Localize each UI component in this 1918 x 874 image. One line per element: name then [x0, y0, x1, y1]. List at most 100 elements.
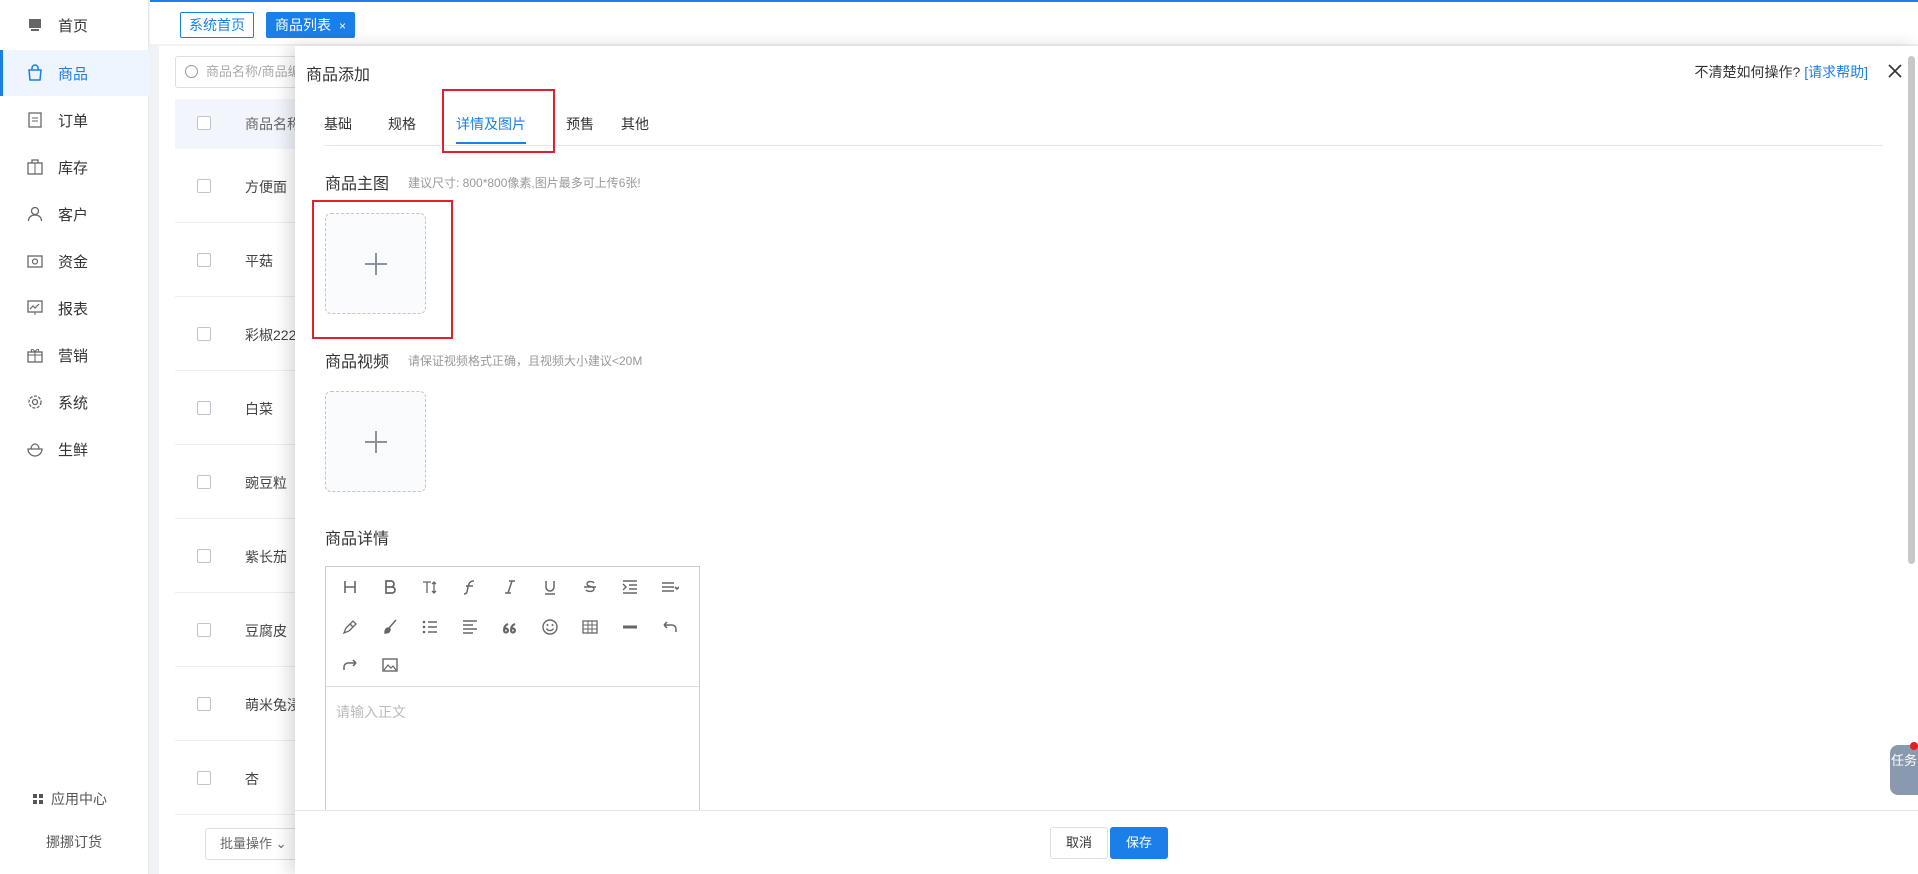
bullet-list-icon[interactable]: [417, 614, 443, 640]
home-icon: [26, 16, 44, 34]
save-button[interactable]: 保存: [1110, 827, 1169, 859]
row-checkbox[interactable]: [197, 401, 211, 415]
bold-icon[interactable]: [377, 574, 403, 600]
help-question: 不清楚如何操作?: [1694, 64, 1801, 80]
sidebar-item-customers[interactable]: 客户: [0, 191, 149, 237]
video-hint: 请保证视频格式正确，且视频大小建议<20M: [408, 354, 643, 368]
tab-goods-list-label: 商品列表: [275, 17, 331, 33]
underline-icon[interactable]: [537, 574, 563, 600]
heading-icon[interactable]: [337, 574, 363, 600]
gear-icon: [26, 393, 44, 411]
row-goods-name: 方便面: [245, 179, 287, 195]
order-document-icon: [26, 111, 44, 129]
background-color-icon[interactable]: [377, 614, 403, 640]
search-placeholder: 商品名称/商品编: [206, 64, 301, 79]
tab-other[interactable]: 其他: [621, 114, 649, 134]
batch-operation-label: 批量操作: [220, 836, 273, 851]
quote-icon[interactable]: [497, 614, 523, 640]
close-icon[interactable]: [1884, 60, 1906, 82]
table-row: 豆腐皮: [175, 593, 315, 667]
row-checkbox[interactable]: [197, 179, 211, 193]
main-image-hint: 建议尺寸: 800*800像素,图片最多可上传6张!: [408, 176, 641, 190]
row-goods-name: 杏: [245, 771, 259, 787]
insert-image-icon[interactable]: [377, 652, 403, 678]
tab-basic[interactable]: 基础: [324, 114, 352, 134]
line-height-icon[interactable]: [657, 574, 683, 600]
sidebar-item-funds[interactable]: 资金: [0, 238, 149, 284]
row-checkbox[interactable]: [197, 623, 211, 637]
font-size-icon[interactable]: [417, 574, 443, 600]
sidebar-item-system[interactable]: 系统: [0, 379, 149, 425]
sidebar-item-fresh[interactable]: 生鲜: [0, 426, 149, 472]
sidebar-item-reports[interactable]: 报表: [0, 285, 149, 331]
task-label: 任务: [1890, 753, 1917, 768]
brand-name: 挪挪订货: [46, 834, 102, 850]
font-family-icon[interactable]: [457, 574, 483, 600]
tab-presale[interactable]: 预售: [566, 114, 594, 134]
sidebar-item-label: 首页: [58, 17, 89, 35]
sidebar-item-label: 订单: [58, 112, 89, 130]
emoji-icon[interactable]: [537, 614, 563, 640]
batch-operation-select[interactable]: 批量操作 ⌄: [205, 828, 305, 860]
row-goods-name: 白菜: [245, 401, 273, 417]
plus-icon-stroke: [375, 431, 377, 453]
sidebar-item-label: 库存: [58, 159, 89, 177]
tabs-bar: 系统首页 商品列表 ×: [150, 0, 1918, 44]
video-title: 商品视频: [325, 354, 390, 371]
table-icon[interactable]: [577, 614, 603, 640]
align-icon[interactable]: [457, 614, 483, 640]
sidebar-item-marketing[interactable]: 营销: [0, 332, 149, 378]
font-color-icon[interactable]: [337, 614, 363, 640]
drawer-tabs: 基础 规格 详情及图片 预售 其他: [324, 106, 1883, 146]
row-checkbox[interactable]: [197, 327, 211, 341]
add-goods-drawer: 商品添加 不清楚如何操作? [请求帮助] 基础 规格 详情及图片 预售 其他 商…: [295, 46, 1918, 874]
sidebar-item-stock[interactable]: 库存: [0, 144, 149, 190]
notification-dot: [1910, 742, 1918, 750]
row-checkbox[interactable]: [197, 549, 211, 563]
row-checkbox[interactable]: [197, 253, 211, 267]
row-checkbox[interactable]: [197, 771, 211, 785]
detail-title: 商品详情: [325, 531, 390, 548]
sidebar-item-label: 资金: [58, 253, 89, 271]
row-checkbox[interactable]: [197, 697, 211, 711]
table-row: 杏: [175, 741, 315, 815]
drawer-footer: 取消 保存: [295, 810, 1918, 874]
table-row: 彩椒222: [175, 297, 315, 371]
app-center-label: 应用中心: [51, 791, 107, 807]
tab-spec[interactable]: 规格: [388, 114, 416, 134]
sidebar-item-goods[interactable]: 商品: [0, 50, 149, 96]
video-uploader[interactable]: [325, 391, 426, 492]
select-all-checkbox[interactable]: [197, 116, 211, 130]
table-row: 豌豆粒: [175, 445, 315, 519]
tab-goods-list[interactable]: 商品列表 ×: [266, 12, 356, 38]
indent-icon[interactable]: [617, 574, 643, 600]
table-row: 白菜: [175, 371, 315, 445]
sidebar-item-orders[interactable]: 订单: [0, 97, 149, 143]
drawer-scrollbar[interactable]: [1908, 56, 1915, 564]
sidebar-item-label: 报表: [58, 300, 89, 318]
undo-icon[interactable]: [657, 614, 683, 640]
task-float-button[interactable]: 任务: [1890, 742, 1918, 795]
tab-system-home[interactable]: 系统首页: [180, 12, 254, 38]
main-image-uploader[interactable]: [325, 213, 426, 314]
divider-icon[interactable]: [617, 614, 643, 640]
cancel-button[interactable]: 取消: [1050, 827, 1109, 859]
row-goods-name: 豆腐皮: [245, 623, 287, 639]
chevron-down-icon: ⌄: [275, 836, 287, 851]
redo-icon[interactable]: [337, 652, 363, 678]
italic-icon[interactable]: [497, 574, 523, 600]
sidebar: 首页 商品 订单 库存 客户 资金 报表 营销 系统 生鲜 应用中心 挪挪订货: [0, 0, 149, 874]
row-goods-name: 萌米兔浸: [245, 697, 301, 713]
editor-placeholder[interactable]: 请输入正文: [336, 702, 406, 722]
goods-search-input[interactable]: 商品名称/商品编: [175, 56, 315, 88]
app-center-link[interactable]: 应用中心: [33, 789, 107, 809]
sidebar-item-label: 客户: [58, 206, 89, 224]
request-help-link[interactable]: [请求帮助]: [1804, 64, 1868, 80]
close-tab-icon[interactable]: ×: [339, 19, 346, 33]
sidebar-item-home[interactable]: 首页: [0, 2, 149, 48]
plus-icon-stroke: [375, 253, 377, 275]
row-checkbox[interactable]: [197, 475, 211, 489]
strikethrough-icon[interactable]: [577, 574, 603, 600]
search-icon: [185, 65, 198, 78]
tab-detail-images[interactable]: 详情及图片: [456, 114, 526, 144]
